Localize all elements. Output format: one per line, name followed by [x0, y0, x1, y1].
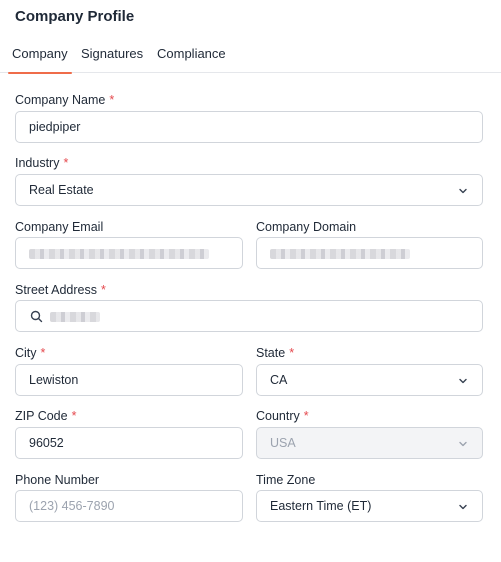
phone-number-label: Phone Number — [15, 473, 100, 487]
company-domain-input[interactable] — [256, 237, 483, 269]
chevron-down-icon — [459, 378, 467, 384]
zip-code-input[interactable]: 96052 — [15, 427, 243, 459]
state-select[interactable]: CA — [256, 364, 483, 396]
zip-code-label-text: ZIP Code — [15, 409, 68, 423]
search-icon — [30, 310, 43, 323]
company-name-input[interactable]: piedpiper — [15, 111, 483, 143]
company-name-label: Company Name * — [15, 93, 114, 107]
state-value: CA — [270, 373, 288, 387]
zip-code-label: ZIP Code * — [15, 409, 76, 423]
street-address-label: Street Address * — [15, 283, 106, 297]
city-label-text: City — [15, 346, 37, 360]
company-domain-label: Company Domain — [256, 220, 357, 234]
required-marker: * — [71, 409, 77, 423]
required-marker: * — [101, 283, 106, 297]
zip-code-value: 96052 — [29, 436, 64, 450]
country-value: USA — [270, 436, 296, 450]
company-name-value: piedpiper — [29, 120, 81, 134]
time-zone-select[interactable]: Eastern Time (ET) — [256, 490, 483, 522]
chevron-down-icon — [459, 441, 467, 447]
required-marker: * — [63, 156, 69, 170]
time-zone-label: Time Zone — [256, 473, 316, 487]
country-select: USA — [256, 427, 483, 459]
phone-number-placeholder: (123) 456-7890 — [29, 499, 115, 513]
industry-label: Industry * — [15, 156, 68, 170]
company-name-label-text: Company Name — [15, 93, 106, 107]
industry-label-text: Industry — [15, 156, 60, 170]
tab-signatures[interactable]: Signatures — [81, 46, 143, 73]
tab-compliance[interactable]: Compliance — [157, 46, 226, 73]
chevron-down-icon — [459, 504, 467, 510]
required-marker: * — [303, 409, 309, 423]
industry-value: Real Estate — [29, 183, 94, 197]
redacted-value — [270, 249, 410, 259]
company-email-label: Company Email — [15, 220, 104, 234]
company-email-input[interactable] — [15, 237, 243, 269]
city-input[interactable]: Lewiston — [15, 364, 243, 396]
street-address-input[interactable] — [15, 300, 483, 332]
required-marker: * — [40, 346, 46, 360]
required-marker: * — [289, 346, 295, 360]
tab-company[interactable]: Company — [8, 46, 72, 74]
city-value: Lewiston — [29, 373, 79, 387]
state-label: State * — [256, 346, 294, 360]
city-label: City * — [15, 346, 45, 360]
redacted-value — [29, 249, 209, 259]
industry-select[interactable]: Real Estate — [15, 174, 483, 206]
time-zone-value: Eastern Time (ET) — [270, 499, 372, 513]
page-title: Company Profile — [15, 8, 135, 25]
street-address-label-text: Street Address — [15, 283, 97, 297]
country-label-text: Country — [256, 409, 300, 423]
company-profile-page: Company Profile Company Signatures Compl… — [0, 0, 501, 562]
country-label: Country * — [256, 409, 309, 423]
tab-bar: Company Signatures Compliance — [0, 46, 501, 74]
redacted-value — [50, 312, 100, 322]
phone-number-input[interactable]: (123) 456-7890 — [15, 490, 243, 522]
state-label-text: State — [256, 346, 286, 360]
required-marker: * — [109, 93, 115, 107]
chevron-down-icon — [459, 188, 467, 194]
